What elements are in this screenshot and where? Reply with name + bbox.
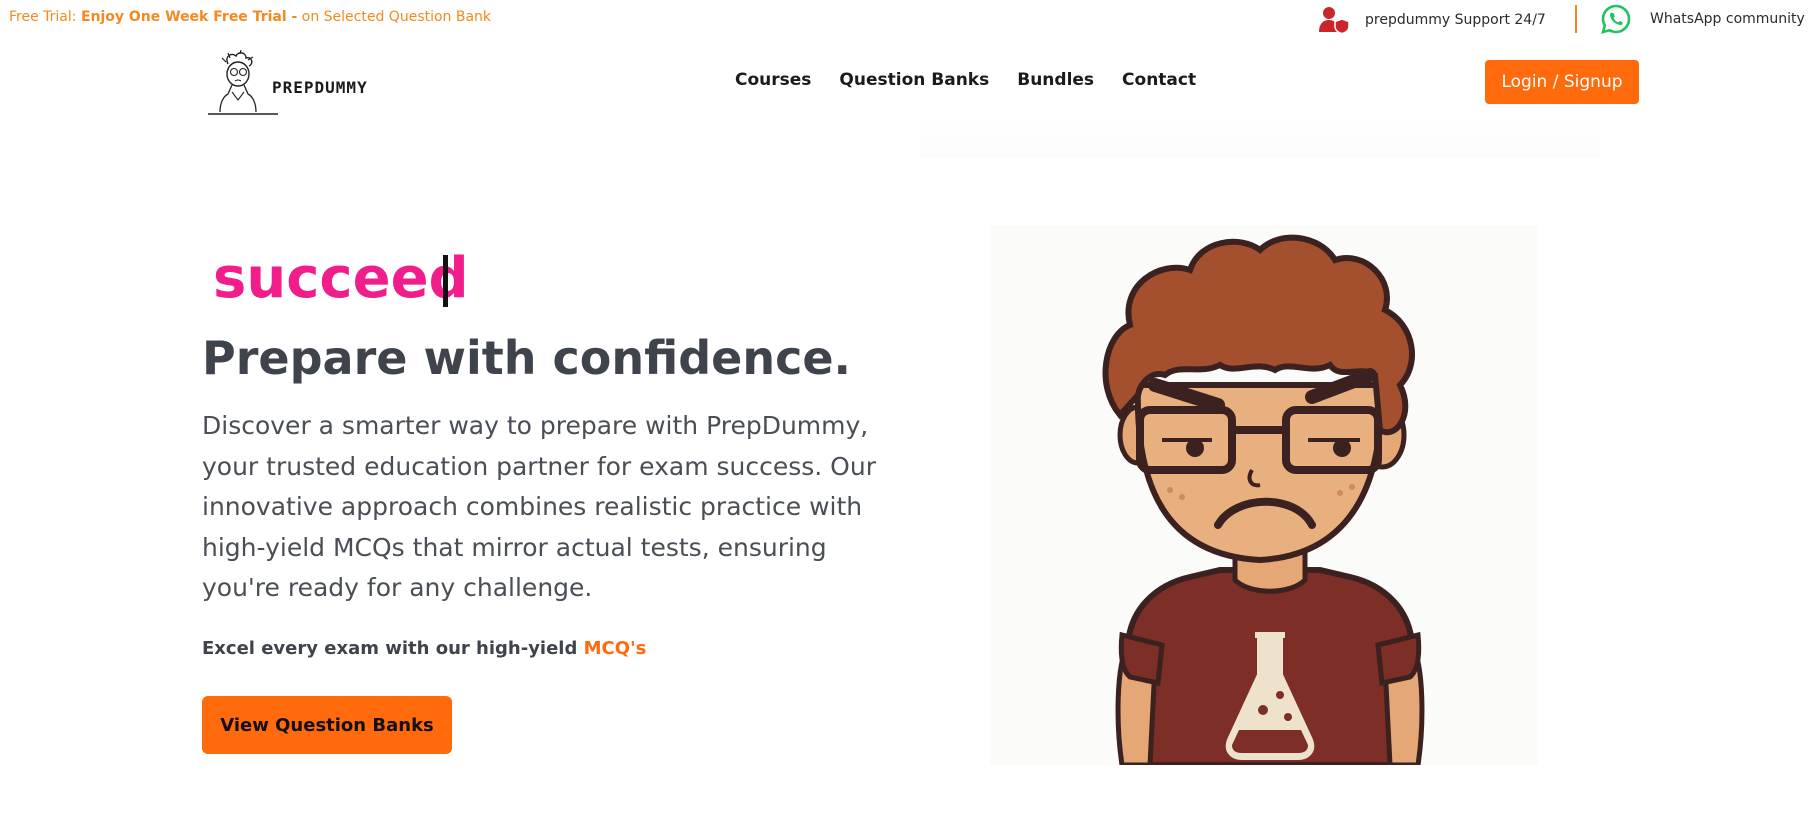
hero-tagline: Excel every exam with our high-yield MCQ… — [202, 638, 646, 659]
typed-word: succeed — [213, 246, 469, 311]
whatsapp-link[interactable]: WhatsApp community — [1600, 4, 1805, 34]
promo-bold: Enjoy One Week Free Trial - — [80, 9, 298, 25]
view-question-banks-button[interactable]: View Question Banks — [202, 696, 452, 754]
nav-courses[interactable]: Courses — [735, 70, 811, 90]
brand-name: PREPDUMMY — [272, 78, 368, 97]
typing-cursor — [443, 255, 448, 307]
hero-description: Discover a smarter way to prepare with P… — [202, 411, 876, 602]
promo-suffix: on Selected Question Bank — [297, 9, 492, 25]
hero-headline: Prepare with confidence. — [202, 331, 852, 385]
nav-contact[interactable]: Contact — [1122, 70, 1196, 90]
nav-menu: Courses Question Banks Bundles Contact — [735, 70, 1224, 90]
brand-logo[interactable]: PREPDUMMY — [206, 50, 376, 118]
login-signup-button[interactable]: Login / Signup — [1485, 60, 1639, 104]
whatsapp-icon — [1601, 4, 1631, 34]
support-label: prepdummy Support 24/7 — [1365, 12, 1546, 28]
student-mascot-illustration — [1102, 234, 1425, 765]
promo-text[interactable]: Free Trial: Enjoy One Week Free Trial - … — [9, 9, 491, 25]
user-shield-icon — [1319, 7, 1350, 34]
promo-prefix: Free Trial: — [9, 9, 81, 25]
topbar-divider — [1575, 5, 1577, 33]
mascot-logo-icon — [208, 50, 278, 115]
announcement-bar: Free Trial: Enjoy One Week Free Trial - … — [0, 0, 1810, 38]
whatsapp-label: WhatsApp community — [1650, 11, 1805, 27]
nav-shadow — [920, 118, 1600, 158]
support-link[interactable]: prepdummy Support 24/7 — [1318, 5, 1546, 35]
tagline-accent: MCQ's — [583, 638, 647, 659]
tagline-text: Excel every exam with our high-yield — [202, 638, 584, 659]
nav-bundles[interactable]: Bundles — [1017, 70, 1094, 90]
nav-question-banks[interactable]: Question Banks — [839, 70, 989, 90]
